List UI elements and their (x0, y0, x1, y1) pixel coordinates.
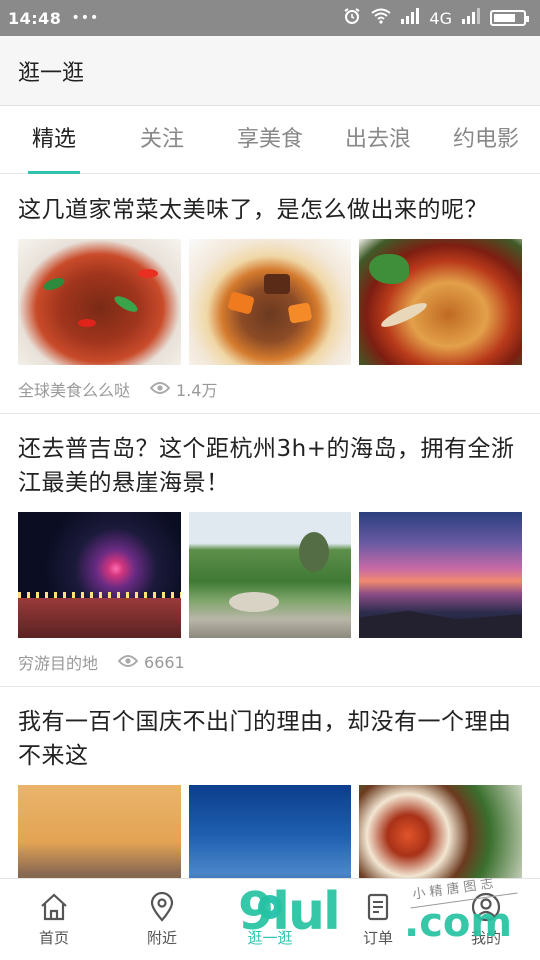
view-count-value: 6661 (144, 652, 185, 672)
tab-outings[interactable]: 出去浪 (324, 106, 432, 174)
view-count: 6661 (117, 652, 185, 672)
nav-browse[interactable]: 逛一逛 (216, 879, 324, 960)
nav-nearby-label: 附近 (146, 929, 177, 947)
fireworks-night-image[interactable] (18, 512, 181, 638)
article-title[interactable]: 还去普吉岛？这个距杭州3h+的海岛，拥有全浙江最美的悬崖海景！ (18, 432, 522, 500)
nav-home-label: 首页 (38, 929, 69, 947)
order-icon (362, 891, 394, 923)
wifi-icon (371, 8, 392, 28)
article-meta: 穷游目的地 6661 (18, 638, 522, 686)
article-title[interactable]: 我有一百个国庆不出门的理由，却没有一个理由不来这 (18, 705, 522, 773)
signal-icon (401, 8, 420, 28)
alarm-icon (343, 7, 361, 29)
eye-icon (149, 380, 171, 399)
home-icon (38, 891, 70, 923)
battery-fill (494, 14, 515, 22)
article-meta: 全球美食么么哒 1.4万 (18, 365, 522, 413)
status-bar: 14:48 ••• 4G (0, 0, 540, 36)
braised-stew-pot-image[interactable] (188, 239, 352, 365)
article-card[interactable]: 还去普吉岛？这个距杭州3h+的海岛，拥有全浙江最美的悬崖海景！ 穷游目的地 66… (0, 414, 540, 687)
view-count: 1.4万 (149, 377, 218, 401)
battery-icon (490, 10, 529, 26)
nav-nearby[interactable]: 附近 (108, 879, 216, 960)
nav-orders-label: 订单 (362, 929, 393, 947)
nav-profile-label: 我的 (470, 929, 501, 947)
article-source: 穷游目的地 (18, 654, 99, 673)
signal-icon (462, 8, 480, 28)
article-title[interactable]: 这几道家常菜太美味了，是怎么做出来的呢？ (18, 193, 522, 227)
nav-profile[interactable]: 我的 (432, 879, 540, 960)
profile-icon (470, 891, 502, 923)
article-images (18, 512, 523, 638)
status-time: 14:48 (8, 8, 62, 28)
status-icons: 4G (343, 7, 529, 29)
tab-featured[interactable]: 精选 (0, 106, 108, 174)
network-label: 4G (429, 8, 452, 28)
article-images (18, 239, 523, 365)
eye-icon (117, 653, 139, 672)
browse-icon (254, 891, 286, 923)
view-count-value: 1.4万 (176, 381, 218, 400)
notification-dots: ••• (71, 10, 100, 26)
location-pin-icon (146, 891, 178, 923)
nav-orders[interactable]: 订单 (324, 879, 432, 960)
island-park-image[interactable] (188, 512, 352, 638)
page-title: 逛一逛 (18, 60, 85, 86)
app-header: 逛一逛 (0, 36, 540, 106)
article-card[interactable]: 这几道家常菜太美味了，是怎么做出来的呢？ 全球美食么么哒 1.4万 (0, 175, 540, 414)
category-tabs: 精选 关注 享美食 出去浪 约电影 (0, 106, 540, 174)
nav-browse-label: 逛一逛 (247, 929, 293, 947)
tab-following[interactable]: 关注 (108, 106, 216, 174)
article-feed: 这几道家常菜太美味了，是怎么做出来的呢？ 全球美食么么哒 1.4万 还去普吉岛？… (0, 175, 540, 911)
tab-food[interactable]: 享美食 (216, 106, 324, 174)
article-source: 全球美食么么哒 (18, 381, 131, 400)
tab-movies[interactable]: 约电影 (432, 106, 540, 174)
nav-home[interactable]: 首页 (0, 879, 108, 960)
chili-chicken-plate-image[interactable] (359, 239, 523, 365)
cliff-sunset-image[interactable] (359, 512, 523, 638)
bottom-navigation: 首页 附近 逛一逛 订单 我的 (0, 878, 540, 960)
spicy-beef-dish-image[interactable] (18, 239, 181, 365)
